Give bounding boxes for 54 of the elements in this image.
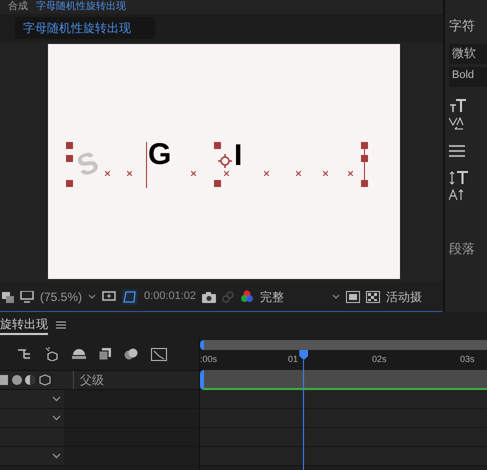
motion-path-point [224,171,229,176]
motion-path-point [264,171,269,176]
motion-path-point [296,171,301,176]
3d-box-icon[interactable] [45,347,59,361]
motion-path-point [323,171,328,176]
timecode[interactable]: 0:00:01:02 [144,288,196,305]
tab-label: 合成 [8,1,28,13]
anchor-line [146,142,147,188]
layer-handle[interactable] [66,180,73,187]
ruler-label: :00s [200,353,218,366]
menu-icon[interactable] [56,321,66,329]
motion-path-point [348,171,353,176]
camera-dropdown[interactable]: 活动摄 [386,288,422,306]
caret-icon[interactable] [88,294,96,300]
panel-title: 段落 [449,240,476,258]
graph-editor-icon[interactable] [151,347,167,361]
checkerboard-icon[interactable] [366,290,380,302]
column-header: 父级 [73,371,183,389]
timeline-tab[interactable]: 旋转出现 [0,315,48,335]
hierarchy-icon[interactable] [18,348,32,360]
caret-icon[interactable] [52,396,61,402]
layers-icon[interactable] [2,290,14,302]
resolution-dropdown[interactable]: 完整 [260,288,340,306]
transparency-grid-icon[interactable] [122,288,138,304]
region-of-interest-icon[interactable] [346,290,360,302]
caret-icon[interactable] [52,453,61,459]
ruler-label: 03s [460,353,475,366]
composition-tab[interactable]: 字母随机性旋转出现 [36,1,126,13]
camera-icon[interactable] [202,290,216,302]
layer-handle[interactable] [214,180,221,187]
anchor-point-icon[interactable] [218,154,232,168]
motion-path-point [105,171,110,176]
composition-name[interactable]: 字母随机性旋转出现 [15,17,155,39]
layer-bar[interactable] [200,370,487,390]
motion-path-point [191,171,196,176]
text-layer-letter: G [148,142,172,168]
region-icon[interactable] [102,290,116,304]
playhead[interactable] [299,350,308,470]
monitor-icon[interactable] [20,290,34,302]
motion-path-point [127,171,132,176]
ruler-label: 02s [372,353,387,366]
caret-icon[interactable] [332,294,340,300]
caret-icon[interactable] [52,415,61,421]
ruler-label: 01 [288,353,298,366]
color-channels-icon[interactable] [240,290,254,304]
font-style-dropdown[interactable]: Bold [449,66,487,86]
panel-title: 字符 [449,17,476,35]
text-layer-letter: I [234,143,242,169]
zoom-dropdown[interactable]: (75.5%) [40,288,82,306]
stacked-frames-icon[interactable] [99,348,111,360]
layer-handle[interactable] [214,142,221,149]
motion-blur-icon[interactable] [124,348,138,360]
layer-handle[interactable] [361,180,368,187]
font-family-dropdown[interactable]: 微软 [449,44,487,64]
